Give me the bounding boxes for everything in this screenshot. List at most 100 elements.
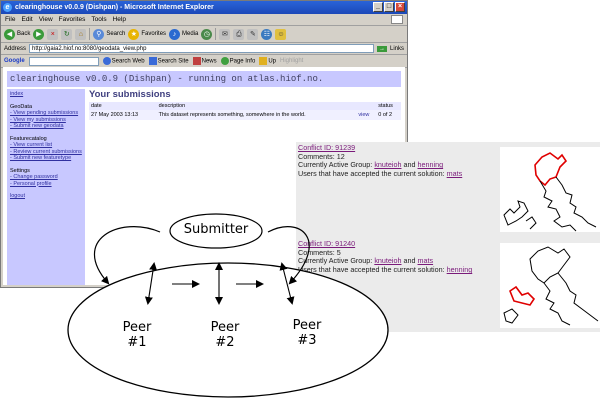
menu-help[interactable]: Help — [113, 14, 126, 25]
user-link[interactable]: knuteioh — [374, 160, 401, 170]
title-bar: e clearinghouse v0.0.9 (Dishpan) - Micro… — [1, 1, 407, 14]
nav-view-current-list-link[interactable]: - View current list — [10, 142, 52, 148]
active-group-label: Currently Active Group: — [298, 256, 373, 266]
and-text: and — [403, 160, 416, 170]
forward-button[interactable]: ▶ — [33, 28, 45, 40]
accepted-label: Users that have accepted the current sol… — [298, 265, 445, 275]
search-label: Search — [106, 31, 126, 37]
cell-date: 27 May 2003 13:13 — [89, 110, 157, 120]
page-title: Your submissions — [89, 89, 171, 100]
user-link[interactable]: henning — [447, 265, 473, 274]
ie-icon: e — [3, 3, 12, 12]
mail-icon[interactable]: ✉ — [219, 28, 231, 40]
back-label: Back — [17, 31, 31, 37]
google-highlight[interactable]: Highlight — [280, 58, 303, 64]
google-news[interactable]: News — [192, 57, 217, 65]
close-button[interactable]: × — [395, 2, 405, 12]
toolbar-divider — [215, 28, 217, 40]
column-header-description: description — [156, 102, 357, 110]
search-icon: ⚲ — [93, 28, 105, 40]
user-link[interactable]: knuteioh — [374, 256, 401, 266]
column-header-date: date — [89, 102, 157, 110]
address-input[interactable]: http://gaia2.hiof.no:8080/geodata_view.p… — [29, 44, 374, 53]
media-label: Media — [182, 31, 199, 37]
maximize-button[interactable]: □ — [384, 2, 394, 12]
stop-button[interactable]: × — [47, 28, 59, 40]
back-button[interactable]: ◀ Back — [4, 28, 30, 41]
conflict-panel: Conflict ID: 91239 Comments: 12 Currentl… — [296, 142, 600, 332]
nav-submit-featuretype-link[interactable]: - Submit new featuretype — [10, 155, 71, 161]
nav-review-submissions-link[interactable]: - Review current submissions — [10, 149, 82, 155]
google-search-site[interactable]: Search Site — [148, 57, 189, 65]
cell-description: This dataset represents something, somew… — [156, 110, 357, 120]
messenger-icon[interactable]: ☺ — [275, 28, 287, 40]
submissions-section: Your submissions date description status… — [89, 89, 401, 120]
history-icon[interactable]: ◷ — [201, 28, 213, 40]
cell-status: 0 of 2 — [376, 110, 401, 120]
table-row: 27 May 2003 13:13 This dataset represent… — [89, 110, 401, 120]
site-header: clearinghouse v0.0.9 (Dishpan) - running… — [7, 71, 401, 87]
accepted-label: Users that have accepted the current sol… — [298, 169, 445, 179]
peer-2-label: Peer #2 — [210, 320, 240, 350]
nav-view-my-submissions-link[interactable]: - View my submissions — [10, 117, 66, 123]
address-label: Address — [4, 45, 27, 52]
site-sidebar: index GeoData - View pending submissions… — [7, 89, 85, 285]
conflict-id-link[interactable]: Conflict ID: 91240 — [298, 239, 355, 248]
menu-view[interactable]: View — [39, 14, 53, 25]
table-header-row: date description status — [89, 102, 401, 110]
user-link[interactable]: mats — [418, 256, 434, 266]
and-text: and — [403, 256, 416, 266]
star-icon: ★ — [128, 28, 140, 40]
peer-3-label: Peer #3 — [292, 318, 322, 348]
links-label[interactable]: Links — [390, 46, 404, 52]
peer-1-label: Peer #1 — [122, 320, 152, 350]
nav-change-password-link[interactable]: - Change password — [10, 174, 58, 180]
media-icon: ♪ — [169, 28, 181, 40]
user-link[interactable]: henning — [418, 160, 444, 170]
toolbar-divider — [89, 28, 91, 40]
google-page-info[interactable]: Page Info — [220, 57, 255, 65]
google-search-web[interactable]: Search Web — [102, 57, 145, 65]
nav-submit-geodata-link[interactable]: - Submit new geodata — [10, 123, 64, 129]
discuss-icon[interactable]: ☷ — [261, 28, 273, 40]
menu-favorites[interactable]: Favorites — [59, 14, 86, 25]
conflict-card: Conflict ID: 91239 Comments: 12 Currentl… — [296, 142, 600, 234]
menu-file[interactable]: File — [5, 14, 15, 25]
conflict-map-thumbnail[interactable] — [500, 147, 600, 232]
google-search-input[interactable] — [28, 56, 99, 66]
menu-bar: File Edit View Favorites Tools Help — [1, 14, 407, 26]
toolbar: ◀ Back ▶ × ↻ ⌂ ⚲ Search ★ Favorites ♪ Me… — [1, 26, 407, 43]
edit-icon[interactable]: ✎ — [247, 28, 259, 40]
media-button[interactable]: ♪ Media — [169, 28, 198, 41]
menu-tools[interactable]: Tools — [91, 14, 106, 25]
favorites-button[interactable]: ★ Favorites — [128, 28, 166, 41]
nav-personal-profile-link[interactable]: - Personal profile — [10, 181, 52, 187]
refresh-button[interactable]: ↻ — [61, 28, 73, 40]
menu-edit[interactable]: Edit — [21, 14, 32, 25]
home-button[interactable]: ⌂ — [75, 28, 87, 40]
view-link[interactable]: view — [358, 112, 369, 118]
address-bar: Address http://gaia2.hiof.no:8080/geodat… — [1, 43, 407, 55]
favorites-label: Favorites — [141, 31, 167, 37]
minimize-button[interactable]: _ — [373, 2, 383, 12]
google-up[interactable]: Up — [259, 57, 276, 65]
nav-view-pending-link[interactable]: - View pending submissions — [10, 110, 78, 116]
window-title: clearinghouse v0.0.9 (Dishpan) - Microso… — [15, 4, 214, 11]
conflict-card: Conflict ID: 91240 Comments: 5 Currently… — [296, 238, 600, 330]
submissions-table: date description status 27 May 2003 13:1… — [89, 102, 401, 120]
column-header-status: status — [376, 102, 401, 110]
column-header-action — [356, 102, 377, 110]
active-group-label: Currently Active Group: — [298, 160, 373, 170]
go-button[interactable]: → — [376, 45, 387, 52]
search-button[interactable]: ⚲ Search — [93, 28, 125, 41]
conflict-id-link[interactable]: Conflict ID: 91239 — [298, 143, 355, 152]
submitter-label: Submitter — [183, 222, 249, 237]
conflict-map-thumbnail[interactable] — [500, 243, 600, 328]
back-arrow-icon: ◀ — [4, 28, 15, 40]
nav-index-link[interactable]: index — [10, 91, 23, 97]
google-logo: Google — [4, 58, 25, 64]
print-icon[interactable]: ⎙ — [233, 28, 245, 40]
user-link[interactable]: mats — [447, 169, 463, 178]
nav-logout-link[interactable]: logout — [10, 193, 25, 199]
windows-flag-icon — [391, 15, 403, 24]
